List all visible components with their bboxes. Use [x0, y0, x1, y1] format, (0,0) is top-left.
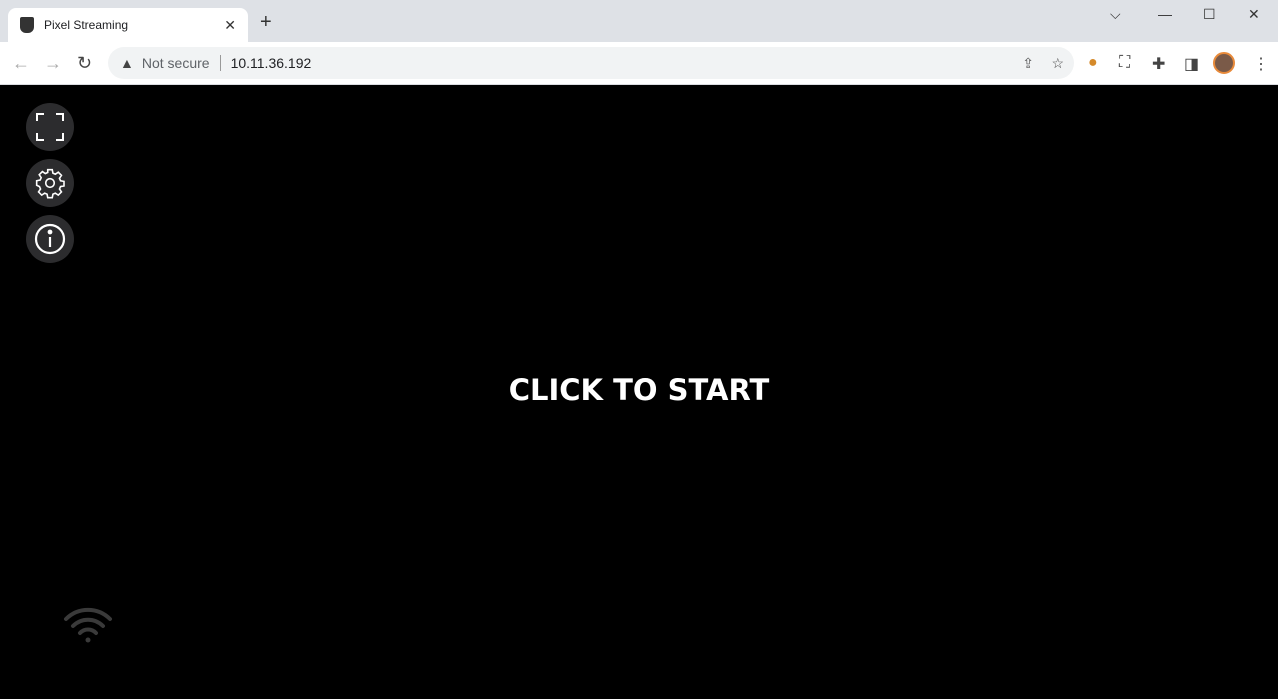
- info-icon: [34, 223, 66, 255]
- screenshot-extension-icon[interactable]: ⛶: [1119, 54, 1130, 72]
- fullscreen-button[interactable]: [26, 103, 74, 151]
- divider: [219, 55, 221, 71]
- share-icon[interactable]: ⇪: [1022, 55, 1034, 72]
- plus-icon[interactable]: +: [260, 12, 272, 32]
- warning-icon[interactable]: ▲: [120, 55, 134, 71]
- extensions-icon[interactable]: ✚: [1152, 54, 1165, 74]
- address-bar[interactable]: ▲ Not secure 10.11.36.192 ⇪ ☆: [108, 47, 1074, 79]
- tab-strip: Pixel Streaming ✕ + ⌵ — ☐ ✕: [0, 0, 1278, 42]
- stream-area[interactable]: CLICK TO START: [0, 85, 1278, 699]
- maximize-icon[interactable]: ☐: [1203, 6, 1216, 23]
- info-button[interactable]: [26, 215, 74, 263]
- reload-icon[interactable]: ↻: [77, 53, 92, 74]
- toolbar: ← → ↻ ▲ Not secure 10.11.36.192 ⇪ ☆ ● ⛶ …: [0, 42, 1278, 85]
- profile-avatar[interactable]: [1213, 52, 1235, 74]
- menu-icon[interactable]: ⋮: [1253, 54, 1269, 74]
- gear-icon: [35, 168, 65, 199]
- cookie-extension-icon[interactable]: ●: [1088, 54, 1098, 72]
- chevron-down-icon[interactable]: ⌵: [1110, 6, 1121, 23]
- url-text[interactable]: 10.11.36.192: [231, 55, 312, 71]
- settings-button[interactable]: [26, 159, 74, 207]
- back-icon[interactable]: ←: [12, 53, 30, 74]
- window-close-icon[interactable]: ✕: [1248, 6, 1260, 23]
- close-icon[interactable]: ✕: [224, 17, 236, 34]
- epic-games-favicon: [20, 17, 34, 33]
- side-panel-icon[interactable]: ◨: [1184, 54, 1199, 74]
- forward-icon[interactable]: →: [44, 53, 62, 74]
- security-label[interactable]: Not secure: [142, 55, 210, 71]
- click-to-start-label[interactable]: CLICK TO START: [0, 373, 1278, 407]
- tab-title: Pixel Streaming: [44, 18, 129, 32]
- wifi-icon: [64, 607, 112, 643]
- tab-pixel-streaming[interactable]: Pixel Streaming ✕: [8, 8, 248, 42]
- minimize-icon[interactable]: —: [1158, 6, 1172, 22]
- fullscreen-icon: [36, 113, 64, 141]
- star-icon[interactable]: ☆: [1051, 55, 1064, 72]
